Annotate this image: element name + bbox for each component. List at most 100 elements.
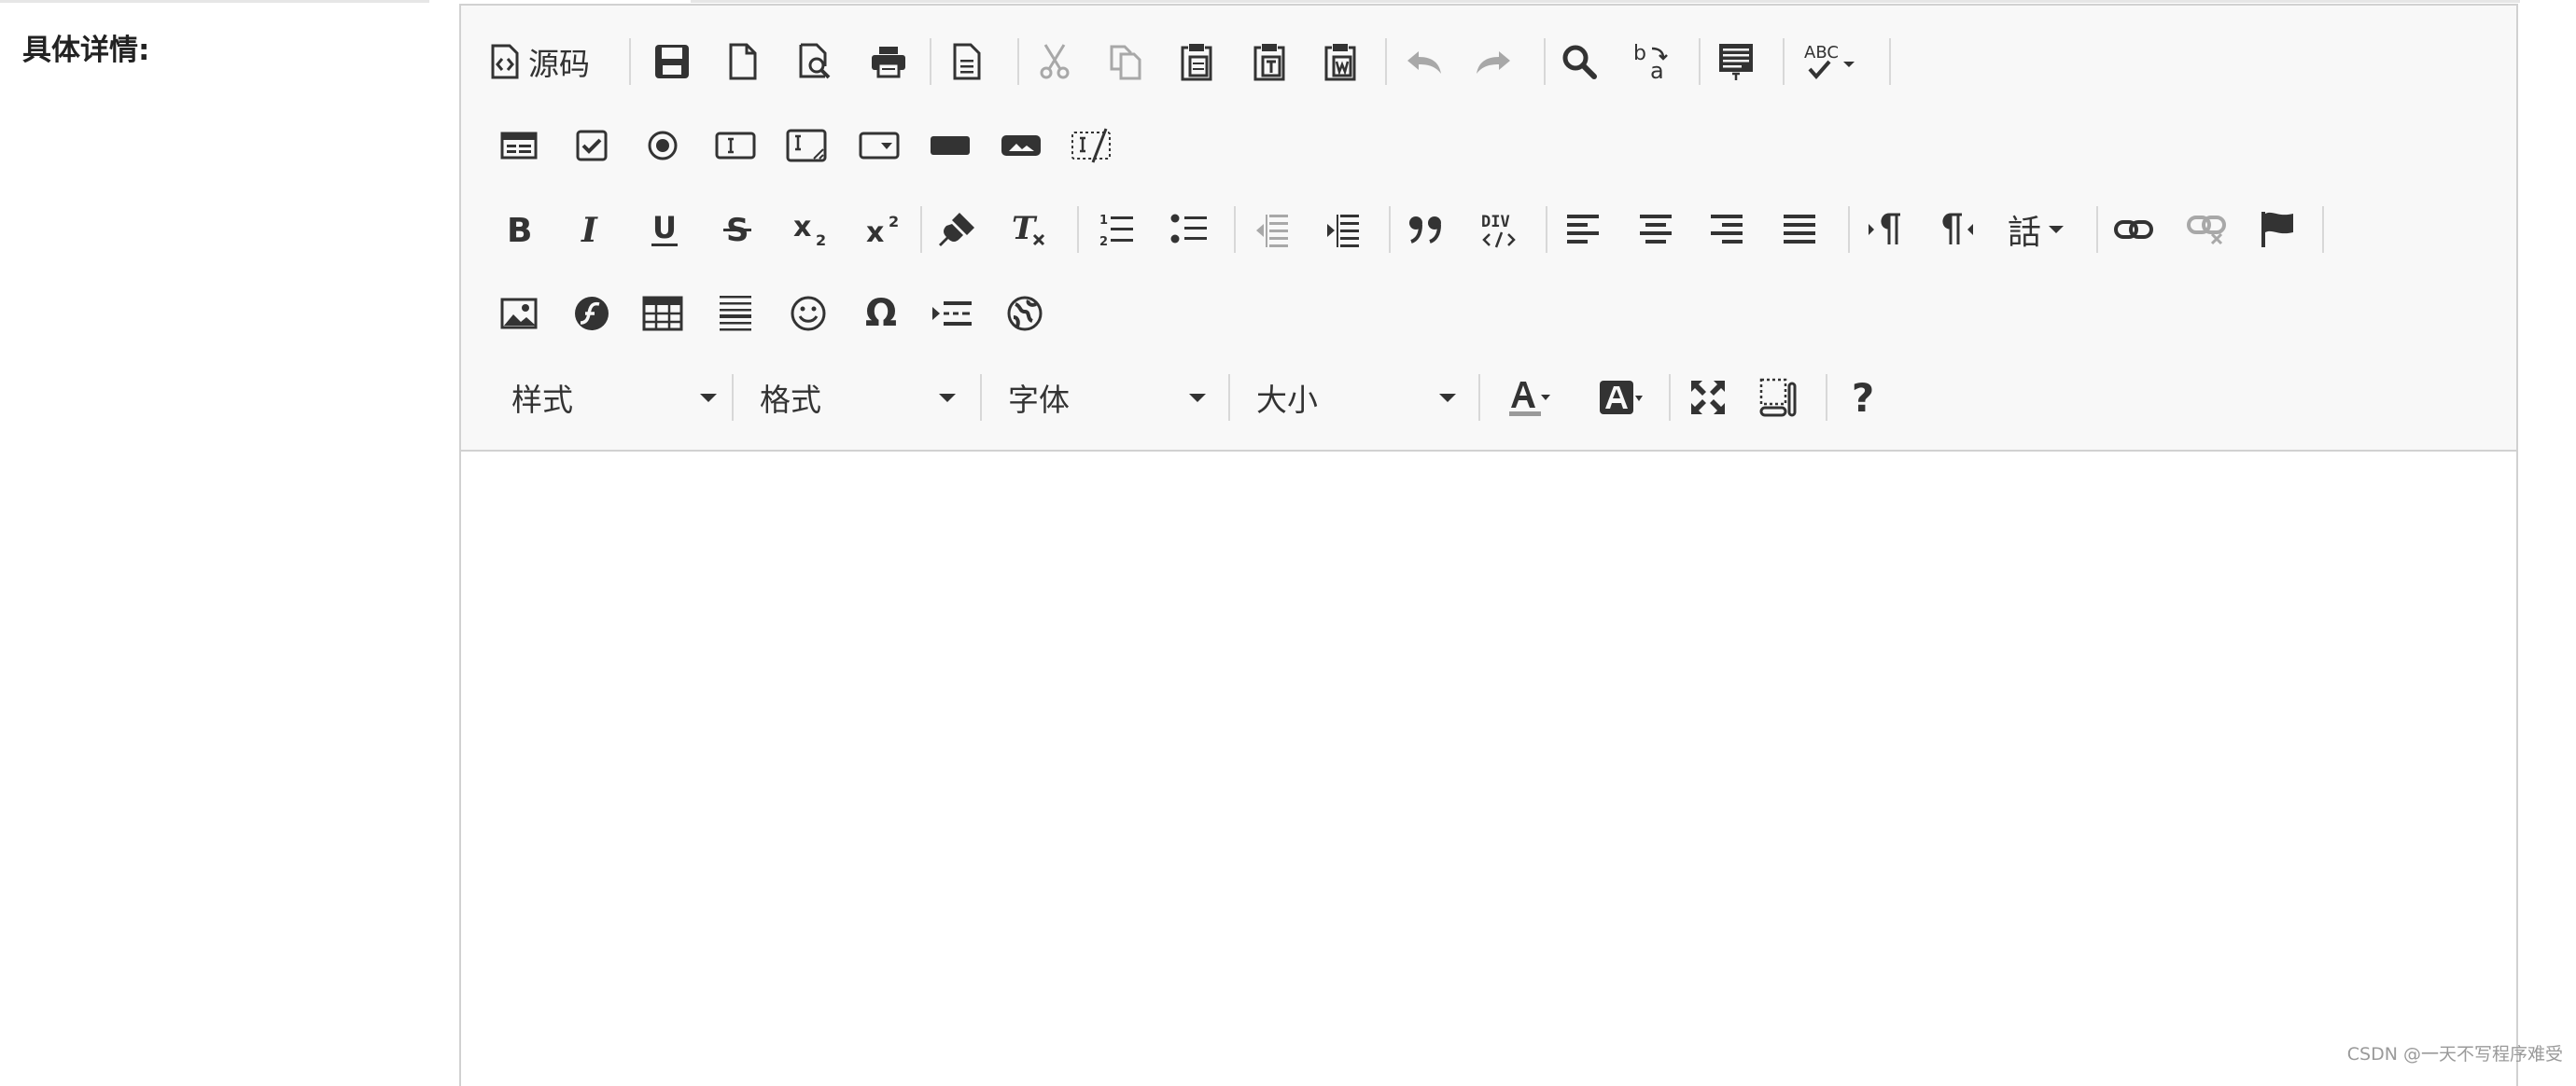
text-field-button[interactable]	[706, 116, 765, 175]
bg-color-button[interactable]	[1585, 368, 1656, 427]
form-button[interactable]	[489, 116, 549, 175]
flash-button[interactable]	[562, 284, 622, 343]
bulleted-list-button[interactable]	[1159, 200, 1219, 259]
svg-text:2: 2	[816, 231, 826, 247]
select-field-button[interactable]	[849, 116, 909, 175]
strikethrough-icon: S	[723, 212, 751, 247]
bold-button[interactable]: B	[489, 200, 549, 259]
source-icon	[491, 44, 519, 79]
horizontal-rule-button[interactable]	[706, 284, 765, 343]
select-all-button[interactable]	[1706, 32, 1766, 91]
indent-button[interactable]	[1312, 200, 1372, 259]
find-button[interactable]	[1549, 32, 1609, 91]
language-button[interactable]: 話	[1997, 200, 2076, 259]
svg-text:b: b	[1633, 42, 1646, 65]
outdent-button[interactable]	[1241, 200, 1301, 259]
undo-button[interactable]	[1394, 32, 1454, 91]
align-center-button[interactable]	[1626, 200, 1686, 259]
paste-text-button[interactable]	[1239, 32, 1299, 91]
unlink-button[interactable]	[2177, 200, 2236, 259]
italic-button[interactable]: I	[562, 200, 622, 259]
paste-text-icon	[1253, 44, 1285, 81]
format-combo[interactable]: 格式	[760, 368, 956, 427]
toolbar-separator	[1234, 206, 1236, 253]
show-blocks-button[interactable]	[1749, 368, 1809, 427]
maximize-button[interactable]	[1678, 368, 1738, 427]
font-combo[interactable]: 字体	[1008, 368, 1206, 427]
save-button[interactable]	[642, 32, 702, 91]
align-left-icon	[1567, 215, 1599, 244]
preview-button[interactable]	[786, 32, 846, 91]
anchor-button[interactable]	[2247, 200, 2307, 259]
select-all-icon	[1719, 44, 1753, 80]
ltr-button[interactable]	[1855, 200, 1915, 259]
toolbar-separator	[1544, 38, 1546, 85]
underline-button[interactable]: U	[635, 200, 694, 259]
cut-button[interactable]	[1025, 32, 1085, 91]
radio-button[interactable]	[633, 116, 693, 175]
align-left-button[interactable]	[1553, 200, 1613, 259]
redo-button[interactable]	[1463, 32, 1523, 91]
copy-button[interactable]	[1096, 32, 1155, 91]
chevron-down-icon	[700, 394, 717, 402]
table-button[interactable]	[633, 284, 693, 343]
copy-formatting-button[interactable]	[928, 200, 987, 259]
blockquote-button[interactable]	[1396, 200, 1456, 259]
svg-text:a: a	[1650, 58, 1664, 82]
checkbox-button[interactable]	[562, 116, 622, 175]
strikethrough-button[interactable]: S	[707, 200, 767, 259]
font-combo-label: 字体	[1008, 382, 1070, 418]
toolbar-separator	[1385, 38, 1387, 85]
image-button-button[interactable]	[991, 116, 1051, 175]
source-button[interactable]: 源码	[489, 32, 610, 91]
svg-text:2: 2	[1099, 235, 1108, 248]
iframe-button[interactable]	[995, 284, 1055, 343]
preview-icon	[799, 43, 831, 79]
link-button[interactable]	[2104, 200, 2163, 259]
superscript-icon: x2	[866, 213, 899, 247]
unlink-icon	[2187, 216, 2226, 245]
rich-text-editor: 源码 b a ABC B I U S x 2 x 2 T 1 2 DIV 話 Ω…	[459, 4, 2518, 1086]
page-break-button[interactable]	[922, 284, 982, 343]
smiley-button[interactable]	[778, 284, 838, 343]
numbered-list-button[interactable]: 12	[1086, 200, 1146, 259]
paste-from-word-button[interactable]	[1310, 32, 1370, 91]
styles-combo[interactable]: 样式	[511, 368, 717, 427]
about-button[interactable]: ?	[1833, 368, 1893, 427]
remove-format-button[interactable]: T	[999, 200, 1058, 259]
search-icon	[1562, 45, 1597, 79]
form-button-button[interactable]	[920, 116, 980, 175]
textarea-button[interactable]	[777, 116, 836, 175]
toolbar-separator	[980, 374, 982, 421]
svg-text:DIV: DIV	[1481, 213, 1510, 231]
new-page-button[interactable]	[713, 32, 773, 91]
replace-button[interactable]: ba	[1622, 32, 1682, 91]
paste-button[interactable]	[1167, 32, 1226, 91]
special-char-button[interactable]: Ω	[851, 284, 911, 343]
image-button-icon	[1001, 135, 1041, 156]
hidden-field-button[interactable]	[1062, 116, 1122, 175]
size-combo[interactable]: 大小	[1256, 368, 1456, 427]
editor-toolbar: 源码 b a ABC B I U S x 2 x 2 T 1 2 DIV 話 Ω…	[461, 6, 2516, 452]
svg-text:1: 1	[1099, 214, 1108, 228]
subscript-button[interactable]: x2	[780, 200, 840, 259]
justify-button[interactable]	[1770, 200, 1829, 259]
image-button[interactable]	[489, 284, 549, 343]
create-div-button[interactable]: DIV	[1469, 200, 1529, 259]
spellcheck-icon: ABC	[1804, 43, 1855, 80]
print-button[interactable]	[859, 32, 918, 91]
templates-button[interactable]	[937, 32, 997, 91]
svg-text:x: x	[793, 212, 811, 244]
rtl-button[interactable]	[1926, 200, 1986, 259]
editor-content-area[interactable]	[461, 452, 2516, 1086]
toolbar-row-3: B I U S x2 x2 T 1 2 DIV 話	[461, 200, 2516, 284]
align-right-button[interactable]	[1697, 200, 1757, 259]
top-divider	[691, 0, 2520, 3]
text-color-button[interactable]	[1493, 368, 1564, 427]
underline-icon: U	[651, 211, 678, 246]
superscript-button[interactable]: x2	[853, 200, 913, 259]
toolbar-separator	[1228, 374, 1230, 421]
size-combo-label: 大小	[1256, 382, 1318, 418]
rtl-icon	[1942, 213, 1973, 244]
spellcheck-button[interactable]: ABC	[1792, 32, 1869, 91]
